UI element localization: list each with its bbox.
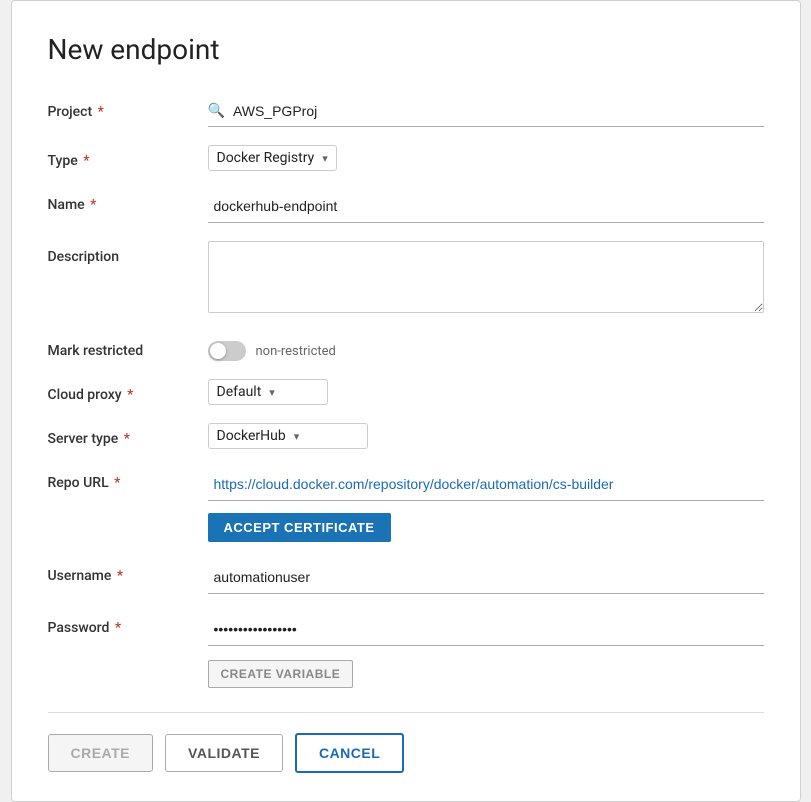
repo-url-label: Repo URL * — [48, 467, 208, 491]
mark-restricted-wrap: non-restricted — [208, 335, 764, 361]
cloud-proxy-row: Cloud proxy * Default ▾ — [48, 379, 764, 405]
cloud-proxy-select[interactable]: Default ▾ — [208, 379, 328, 405]
description-input-wrap — [208, 241, 764, 317]
dialog-title: New endpoint — [48, 33, 764, 66]
server-type-value: DockerHub — [217, 428, 286, 444]
type-select[interactable]: Docker Registry ▾ — [208, 145, 337, 171]
server-type-label: Server type * — [48, 423, 208, 447]
username-input[interactable] — [208, 560, 764, 594]
mark-restricted-label: Mark restricted — [48, 335, 208, 359]
restricted-toggle[interactable] — [208, 341, 246, 361]
footer-buttons: CREATE VALIDATE CANCEL — [48, 733, 764, 773]
cloud-proxy-label: Cloud proxy * — [48, 379, 208, 403]
name-label: Name * — [48, 189, 208, 213]
toggle-knob — [210, 343, 226, 359]
username-wrap — [208, 560, 764, 594]
server-type-row: Server type * DockerHub ▾ — [48, 423, 764, 449]
cancel-button[interactable]: CANCEL — [295, 733, 404, 773]
name-input-wrap — [208, 189, 764, 223]
chevron-down-icon: ▾ — [269, 386, 275, 399]
type-select-value: Docker Registry — [217, 150, 315, 166]
server-type-wrap: DockerHub ▾ — [208, 423, 764, 449]
description-label: Description — [48, 241, 208, 265]
password-input[interactable] — [208, 612, 764, 646]
chevron-down-icon: ▾ — [322, 152, 328, 165]
repo-url-row: Repo URL * ACCEPT CERTIFICATE — [48, 467, 764, 542]
project-input[interactable] — [231, 96, 764, 126]
create-variable-button[interactable]: CREATE VARIABLE — [208, 660, 354, 688]
cloud-proxy-wrap: Default ▾ — [208, 379, 764, 405]
type-row: Type * Docker Registry ▾ — [48, 145, 764, 171]
project-label: Project * — [48, 96, 208, 120]
password-wrap: CREATE VARIABLE — [208, 612, 764, 688]
description-row: Description — [48, 241, 764, 317]
footer-divider — [48, 712, 764, 713]
search-icon: 🔍 — [208, 103, 225, 119]
chevron-down-icon: ▾ — [294, 430, 300, 443]
type-input-wrap: Docker Registry ▾ — [208, 145, 764, 171]
name-row: Name * — [48, 189, 764, 223]
new-endpoint-dialog: New endpoint Project * 🔍 Type * Docker R… — [11, 0, 801, 802]
project-input-wrap: 🔍 — [208, 96, 764, 127]
password-label: Password * — [48, 612, 208, 636]
mark-restricted-row: Mark restricted non-restricted — [48, 335, 764, 361]
server-type-select[interactable]: DockerHub ▾ — [208, 423, 368, 449]
type-label: Type * — [48, 145, 208, 169]
repo-url-wrap: ACCEPT CERTIFICATE — [208, 467, 764, 542]
cloud-proxy-value: Default — [217, 384, 262, 400]
username-label: Username * — [48, 560, 208, 584]
repo-url-input[interactable] — [208, 467, 764, 501]
username-row: Username * — [48, 560, 764, 594]
name-input[interactable] — [208, 189, 764, 223]
validate-button[interactable]: VALIDATE — [165, 734, 283, 772]
create-button[interactable]: CREATE — [48, 734, 154, 772]
project-row: Project * 🔍 — [48, 96, 764, 127]
description-textarea[interactable] — [208, 241, 764, 313]
accept-certificate-button[interactable]: ACCEPT CERTIFICATE — [208, 513, 391, 542]
toggle-label: non-restricted — [256, 344, 336, 359]
password-row: Password * CREATE VARIABLE — [48, 612, 764, 688]
